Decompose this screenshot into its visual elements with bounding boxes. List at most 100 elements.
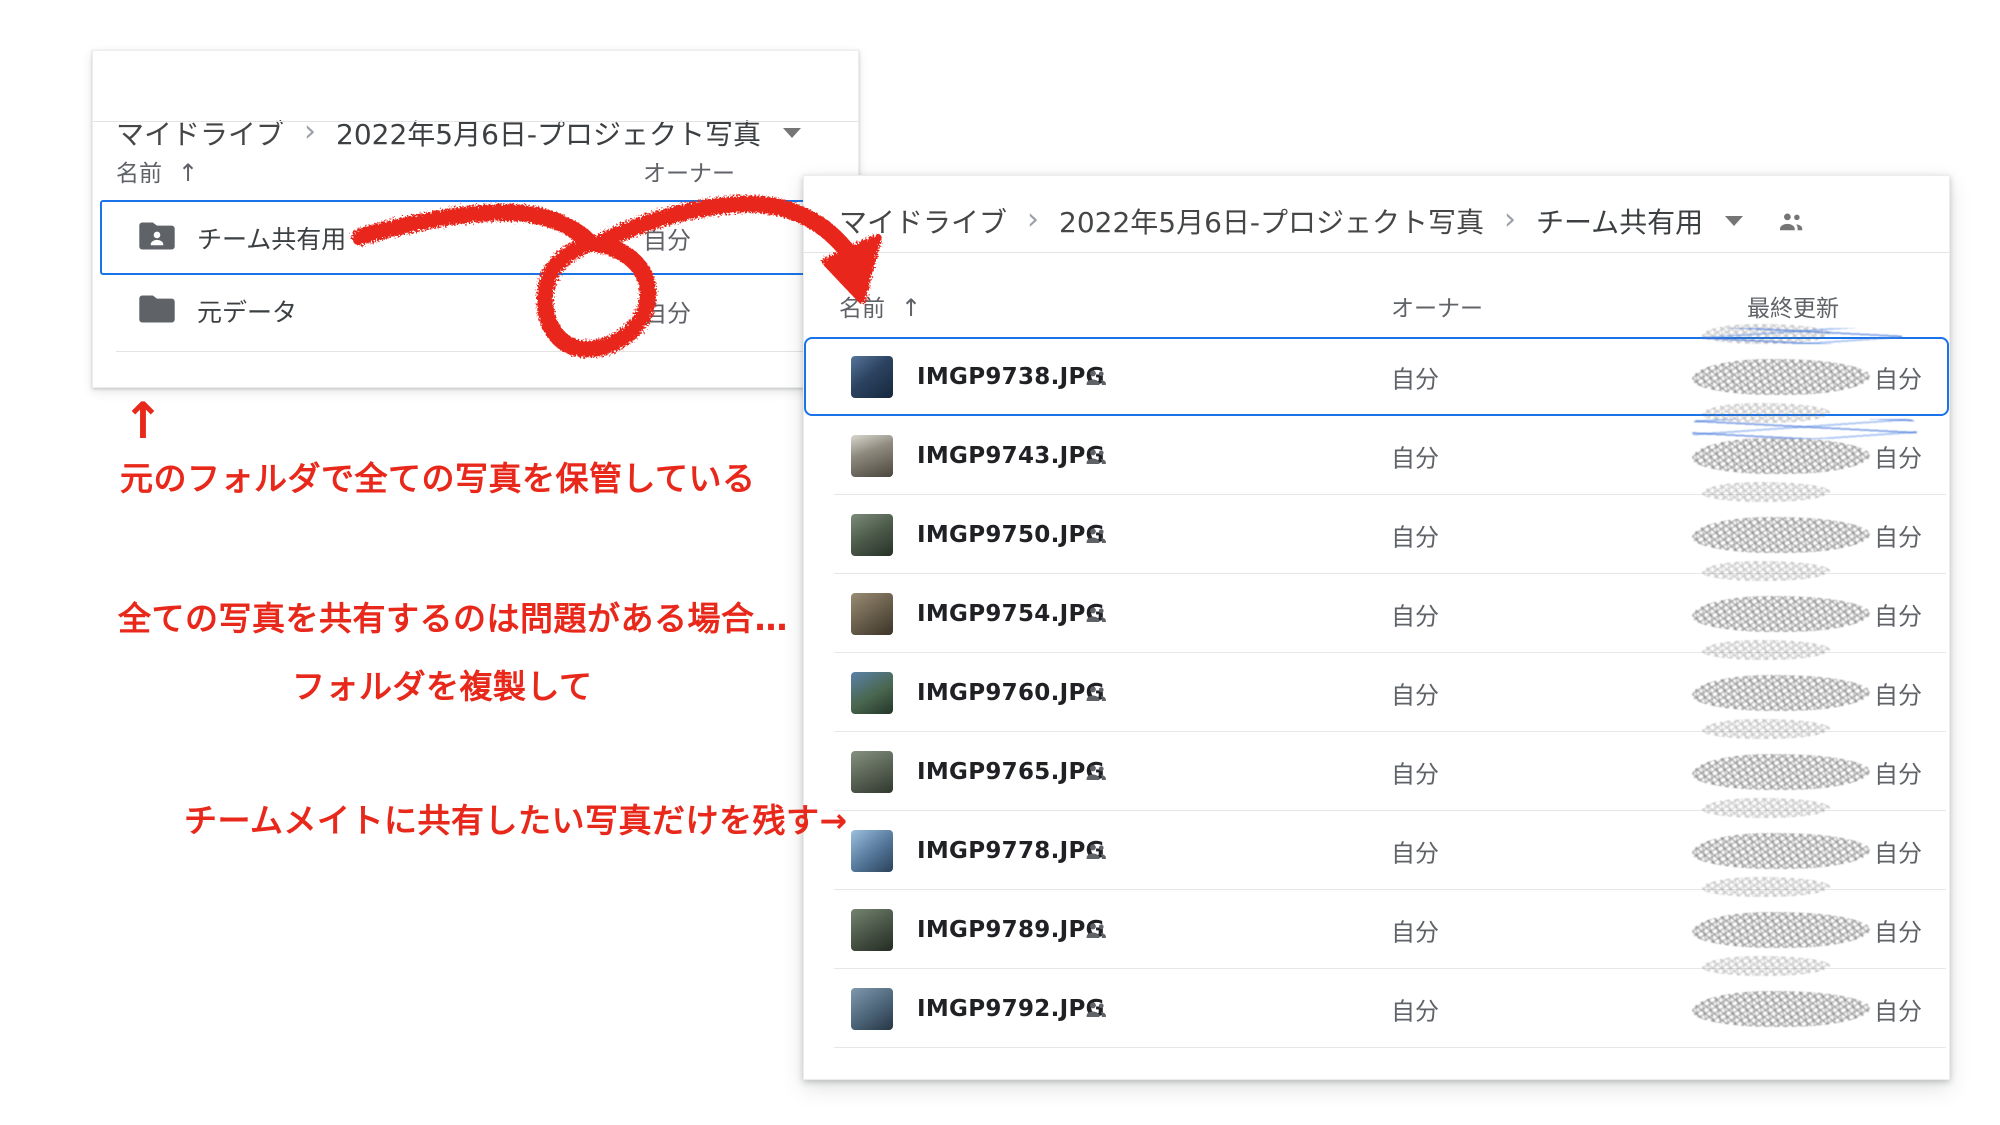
chevron-down-icon[interactable] (1725, 216, 1743, 226)
shared-folder-icon (139, 221, 175, 255)
folder-row[interactable]: 元データ 自分 (101, 274, 853, 347)
shared-people-icon (1084, 840, 1110, 862)
owner-cell: 自分 (1391, 438, 1439, 473)
shared-people-icon (1084, 919, 1110, 941)
redacted-date-scribble (1702, 798, 1830, 818)
last-updated-by: 自分 (1874, 517, 1922, 552)
last-updated-by: 自分 (1874, 596, 1922, 631)
last-updated-by: 自分 (1874, 438, 1922, 473)
column-header-last-updated[interactable]: 最終更新 (1747, 289, 1839, 323)
breadcrumb-team-folder[interactable]: チーム共有用 (1536, 201, 1703, 241)
redacted-date-scribble (1702, 719, 1830, 739)
photo-thumbnail (851, 751, 893, 793)
breadcrumb-project-folder[interactable]: 2022年5月6日-プロジェクト写真 (336, 113, 761, 153)
up-arrow-annotation: ↑ (122, 392, 164, 450)
annotation-problem: 全ての写真を共有するのは問題がある場合… (118, 592, 788, 640)
folder-row[interactable]: チーム共有用 自分 (101, 201, 853, 274)
breadcrumb: マイドライブ › 2022年5月6日-プロジェクト写真 (116, 113, 801, 153)
folder-name: 元データ (197, 293, 297, 329)
photo-thumbnail (851, 988, 893, 1030)
redacted-date-scribble (1702, 640, 1830, 660)
owner-cell: 自分 (1391, 596, 1439, 631)
breadcrumb-separator-icon: › (304, 114, 316, 149)
drive-window-team-folder: マイドライブ › 2022年5月6日-プロジェクト写真 › チーム共有用 名前↑… (803, 175, 1950, 1080)
photo-thumbnail (851, 672, 893, 714)
owner-cell: 自分 (1391, 991, 1439, 1026)
divider (93, 121, 858, 122)
breadcrumb-separator-icon: › (1504, 202, 1516, 237)
annotation-keep-all: 元のフォルダで全ての写真を保管している (120, 452, 756, 500)
file-name: IMGP9778.JPG (917, 838, 1105, 864)
chevron-down-icon[interactable] (783, 128, 801, 138)
last-updated-by: 自分 (1874, 754, 1922, 789)
owner-cell: 自分 (1391, 359, 1439, 394)
column-header-owner[interactable]: オーナー (643, 154, 735, 188)
shared-people-icon (1084, 682, 1110, 704)
last-updated-by: 自分 (1874, 991, 1922, 1026)
redacted-date-scribble (1692, 675, 1870, 711)
breadcrumb-project-folder[interactable]: 2022年5月6日-プロジェクト写真 (1059, 201, 1484, 241)
owner-cell: 自分 (1391, 833, 1439, 868)
photo-thumbnail (851, 435, 893, 477)
redacted-date-scribble (1702, 561, 1830, 581)
folder-list: チーム共有用 自分 元データ 自分 (101, 201, 853, 347)
divider (804, 252, 1949, 253)
file-name: IMGP9754.JPG (917, 601, 1105, 627)
redacted-date-scribble (1692, 991, 1870, 1027)
folder-shared-people-icon[interactable] (1777, 208, 1807, 234)
owner-cell: 自分 (1391, 754, 1439, 789)
file-name: IMGP9760.JPG (917, 680, 1105, 706)
sort-ascending-icon[interactable]: ↑ (178, 159, 198, 187)
last-updated-by: 自分 (1874, 833, 1922, 868)
owner-cell: 自分 (643, 220, 691, 255)
photo-thumbnail (851, 356, 893, 398)
annotation-duplicate: フォルダを複製して (292, 660, 593, 708)
breadcrumb-my-drive[interactable]: マイドライブ (116, 113, 284, 153)
shared-people-icon (1084, 524, 1110, 546)
owner-cell: 自分 (1391, 675, 1439, 710)
file-name: IMGP9765.JPG (917, 759, 1105, 785)
shared-people-icon (1084, 445, 1110, 467)
blue-pen-scribble (1692, 419, 1917, 439)
redacted-date-scribble (1692, 438, 1870, 474)
sort-ascending-icon[interactable]: ↑ (901, 294, 921, 322)
column-header-owner[interactable]: オーナー (1391, 289, 1483, 323)
blue-pen-scribble (1702, 328, 1902, 344)
file-list: IMGP9738.JPG 自分 自分 (804, 337, 1949, 1048)
redacted-date-scribble (1692, 517, 1870, 553)
photo-thumbnail (851, 830, 893, 872)
redacted-date-scribble (1692, 359, 1870, 395)
last-updated-by: 自分 (1874, 359, 1922, 394)
shared-people-icon (1084, 366, 1110, 388)
breadcrumb-my-drive[interactable]: マイドライブ (839, 201, 1007, 241)
column-header-name[interactable]: 名前↑ (116, 154, 198, 188)
shared-people-icon (1084, 603, 1110, 625)
photo-thumbnail (851, 909, 893, 951)
drive-window-source-folder: マイドライブ › 2022年5月6日-プロジェクト写真 名前↑ オーナー (92, 50, 859, 388)
shared-people-icon (1084, 998, 1110, 1020)
redacted-date-scribble (1702, 877, 1830, 897)
annotation-keep-only: チームメイトに共有したい写真だけを残す→ (184, 794, 848, 842)
file-name: IMGP9789.JPG (917, 917, 1105, 943)
column-header-name[interactable]: 名前↑ (839, 289, 921, 323)
folder-icon (139, 294, 175, 328)
divider (116, 351, 858, 352)
owner-cell: 自分 (1391, 912, 1439, 947)
screenshot-canvas: マイドライブ › 2022年5月6日-プロジェクト写真 名前↑ オーナー (0, 0, 2000, 1125)
breadcrumb-separator-icon: › (1027, 202, 1039, 237)
file-name: IMGP9792.JPG (917, 996, 1105, 1022)
file-row[interactable]: IMGP9792.JPG 自分 自分 (804, 969, 1949, 1048)
photo-thumbnail (851, 593, 893, 635)
redacted-date-scribble (1702, 482, 1830, 502)
redacted-date-scribble (1692, 912, 1870, 948)
redacted-date-scribble (1692, 754, 1870, 790)
last-updated-by: 自分 (1874, 675, 1922, 710)
file-name: IMGP9738.JPG (917, 364, 1105, 390)
file-name: IMGP9750.JPG (917, 522, 1105, 548)
owner-cell: 自分 (643, 293, 691, 328)
redacted-date-scribble (1692, 596, 1870, 632)
redacted-date-scribble (1692, 833, 1870, 869)
folder-name: チーム共有用 (197, 220, 346, 256)
photo-thumbnail (851, 514, 893, 556)
file-name: IMGP9743.JPG (917, 443, 1105, 469)
